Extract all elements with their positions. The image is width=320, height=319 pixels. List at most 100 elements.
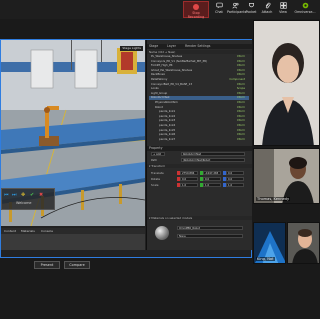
participant-name: Thomas, Kennedy: [256, 197, 291, 201]
next-icon[interactable]: ⏭: [12, 192, 17, 198]
record-icon: [193, 4, 199, 10]
chat-icon: [215, 2, 223, 9]
cancel-icon[interactable]: ✖: [39, 192, 43, 198]
name-field[interactable]: RobotArmTest: [181, 152, 245, 156]
translate-x-field[interactable]: 2750.884: [180, 171, 198, 175]
tree-row-label: Forklift_High_PR: [151, 64, 173, 68]
tree-row-label: Light_Group: [151, 91, 168, 95]
view-icon: [279, 2, 287, 9]
rotate-x-field[interactable]: 0.0: [180, 177, 198, 181]
tree-row-type: Xform: [236, 137, 245, 141]
tree-row-type: Scope: [236, 87, 245, 91]
tree-row[interactable]: RobotArmTest Xform: [149, 96, 249, 100]
material-name-field[interactable]: OmniPBR_Robot: [177, 226, 243, 230]
property-header: Property: [147, 146, 252, 151]
participant-video-3[interactable]: King, Nat: [253, 222, 286, 264]
tree-row-type: Xform: [236, 55, 245, 58]
tree-row-type: Xform: [236, 119, 245, 123]
tree-row[interactable]: Conveyors_PR_V1 (SubBarBarSet_MH_PR) Xfor…: [149, 60, 249, 64]
rotate-label: Rotate: [151, 177, 161, 181]
tree-row[interactable]: PalletSkinny Component: [149, 78, 249, 82]
translate-label: Translate: [151, 171, 164, 175]
content-browser: [1, 234, 145, 250]
scale-row: Scale 1.0 1.0 1.0: [149, 183, 249, 187]
tree-row-label: panda_link2: [159, 114, 176, 118]
tree-row-type: Xform: [236, 128, 245, 132]
stage-lights-toggle[interactable]: Stage Lights: [120, 46, 143, 51]
viewport-overlay-toolbar: ⏮ ⏭ ✥ ✔ ✖ Welcome: [1, 188, 55, 210]
scale-y-field[interactable]: 1.0: [203, 183, 221, 187]
meeting-toolbar: Stop Recording Chat Participants Pocket …: [0, 0, 320, 19]
tree-row[interactable]: panda_link5 Xform: [149, 129, 249, 133]
tree-row[interactable]: panda_link2 Xform: [149, 115, 249, 119]
tree-row[interactable]: PL_Warehouse_Shelves Xform: [149, 55, 249, 59]
scale-x-field[interactable]: 1.0: [180, 183, 198, 187]
tree-row-type: Component: [229, 78, 245, 81]
tree-row-label: panda_link7: [159, 137, 176, 141]
tree-row[interactable]: Light_Group Xform: [149, 92, 249, 96]
participant-avatar: [254, 149, 319, 203]
move-icon[interactable]: ✥: [21, 192, 25, 198]
tree-row[interactable]: Ghost_Pal_Warehouse_Shelves Xform: [149, 69, 249, 73]
path-field[interactable]: /RobotArmTest/Robot: [181, 158, 245, 162]
tab-layer[interactable]: Layer: [167, 44, 176, 49]
tree-row-label: Ghost_Pal_Warehouse_Shelves: [151, 68, 193, 72]
participant-video-4[interactable]: [287, 222, 320, 264]
attach-button[interactable]: Attach: [259, 1, 275, 18]
tab-stage[interactable]: Stage: [149, 44, 158, 49]
omniverse-button[interactable]: Omniverse...: [291, 1, 319, 18]
present-button[interactable]: Present: [34, 261, 60, 269]
scale-label: Scale: [151, 183, 159, 187]
tree-row-label: Looks: [151, 87, 159, 91]
tree-row[interactable]: PhysicsRobotSim Xform: [149, 101, 249, 105]
tree-row[interactable]: panda_link6 Xform: [149, 133, 249, 137]
materials-header[interactable]: ▾ Materials on selected models: [147, 216, 252, 220]
transform-header[interactable]: ▾ Transform: [147, 164, 252, 168]
confirm-icon[interactable]: ✔: [30, 192, 34, 198]
tree-row[interactable]: Looks Scope: [149, 87, 249, 91]
add-button[interactable]: + Add: [151, 152, 165, 156]
prev-icon[interactable]: ⏮: [4, 192, 9, 198]
tree-row[interactable]: Forklift_High_PR Xform: [149, 64, 249, 68]
rotate-y-field[interactable]: 0.0: [203, 177, 221, 181]
tree-row-label: RackBinsA: [151, 73, 166, 77]
add-row: + Add RobotArmTest: [149, 152, 249, 156]
rotate-z-field[interactable]: 0.0: [226, 177, 244, 181]
tree-row[interactable]: panda_link3 Xform: [149, 119, 249, 123]
stop-recording-button[interactable]: Stop Recording: [183, 1, 209, 19]
pocket-icon: [248, 3, 254, 8]
chat-button[interactable]: Chat: [211, 1, 227, 18]
tree-row-label: panda_link6: [159, 133, 176, 137]
material-sub-field[interactable]: None: [177, 234, 243, 238]
tree-row[interactable]: Robot Xform: [149, 106, 249, 110]
tree-row[interactable]: panda_link4 Xform: [149, 124, 249, 128]
tree-row-label: PL_Warehouse_Shelves: [151, 55, 183, 58]
tree-row-label: panda_link4: [159, 124, 176, 127]
pocket-button[interactable]: Pocket: [243, 1, 259, 18]
tree-row-type: Xform: [236, 110, 245, 114]
participant-video-1[interactable]: [253, 20, 320, 146]
tree-row[interactable]: panda_link7 Xform: [149, 138, 249, 142]
tree-row-label: PalletSkinny: [151, 78, 168, 81]
participant-avatar: [288, 223, 319, 263]
tree-row[interactable]: ConveyorBelt_PR_V4_BASE_13 Xform: [149, 83, 249, 87]
compare-button[interactable]: Compare: [64, 261, 90, 269]
participants-button[interactable]: Participants: [227, 1, 246, 18]
people-icon: [231, 2, 239, 9]
tree-row-label: panda_link1: [159, 110, 176, 114]
translate-z-field[interactable]: 0.0: [226, 171, 244, 175]
tree-row-type: Xform: [236, 82, 245, 86]
stage-panel: Stage Layer Render Settings Name (Old → …: [146, 40, 252, 250]
tree-row[interactable]: RackBinsA Xform: [149, 73, 249, 77]
tree-row-label: panda_link5: [159, 128, 176, 132]
tab-render-settings[interactable]: Render Settings: [185, 44, 210, 49]
omniverse-icon: [302, 2, 308, 9]
scale-z-field[interactable]: 1.0: [226, 183, 244, 187]
tree-row-type: Xform: [236, 68, 245, 72]
participant-video-2[interactable]: Thomas, Kennedy: [253, 148, 320, 204]
tree-row-type: Xform: [236, 64, 245, 68]
tree-row[interactable]: panda_link1 Xform: [149, 110, 249, 114]
tree-row-label: ConveyorBelt_PR_V4_BASE_13: [151, 82, 193, 86]
translate-y-field[interactable]: -1047.265: [203, 171, 221, 175]
view-button[interactable]: View: [275, 1, 291, 18]
